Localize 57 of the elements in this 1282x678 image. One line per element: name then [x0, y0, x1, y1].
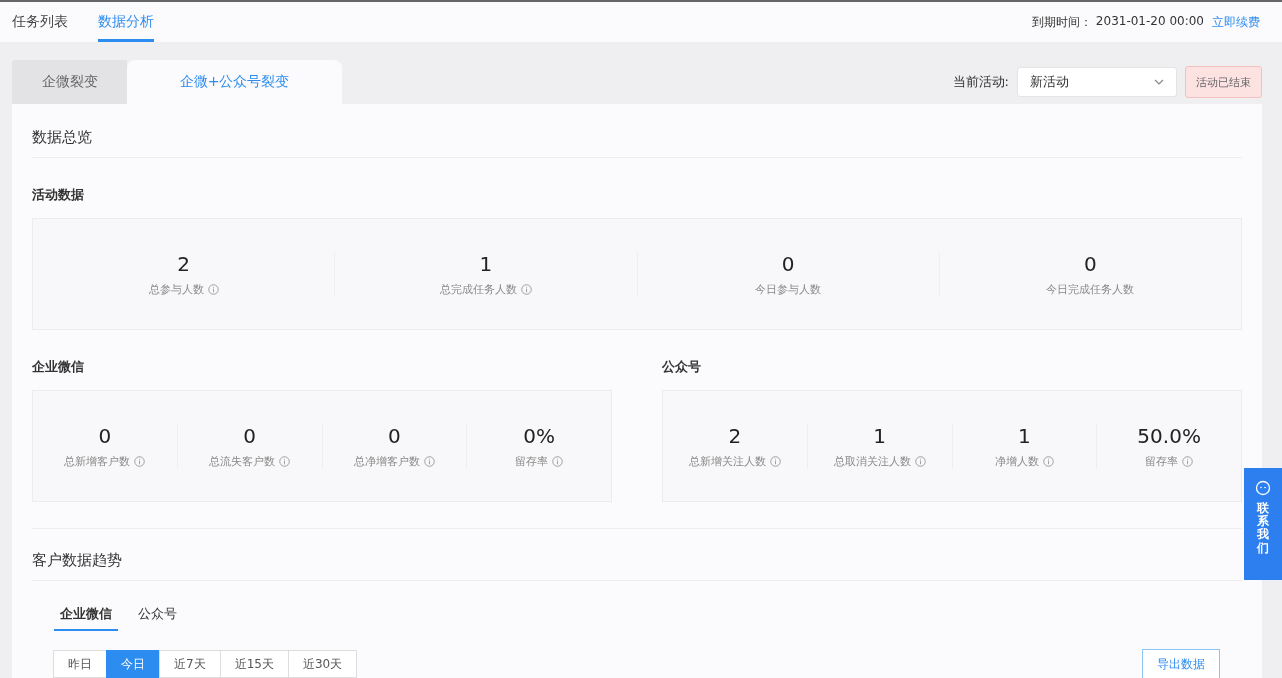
- stat-value: 50.0%: [1136, 423, 1202, 448]
- stat-label: 留存率: [1145, 453, 1179, 469]
- section-title: 客户数据趋势: [32, 529, 1242, 581]
- renew-link[interactable]: 立即续费: [1212, 13, 1260, 31]
- stat-value: 0: [97, 423, 113, 448]
- stat-label: 总参与人数: [148, 281, 204, 297]
- stat-label: 总完成任务人数: [439, 281, 517, 297]
- stat-value: 0: [1083, 251, 1098, 276]
- stat-label: 今日参与人数: [755, 281, 822, 297]
- info-icon[interactable]: [914, 455, 926, 467]
- info-icon[interactable]: [423, 455, 435, 467]
- trend-tab[interactable]: 公众号: [132, 605, 183, 631]
- expire-label: 到期时间：: [1031, 13, 1092, 31]
- expire-date: 2031-01-20 00:00: [1095, 13, 1204, 30]
- stat-label: 今日完成任务人数: [1046, 281, 1135, 297]
- stat-label: 总新增客户数: [64, 453, 131, 469]
- stat-value: 1: [478, 251, 494, 276]
- mode-tab[interactable]: 企微裂变: [12, 60, 127, 104]
- chevron-down-icon: [1154, 79, 1164, 85]
- section-title: 数据总览: [32, 104, 1242, 158]
- stat-label: 总流失客户数: [209, 453, 276, 469]
- contact-us-button[interactable]: 联系我们: [1244, 468, 1282, 580]
- activity-select[interactable]: 新活动: [1017, 67, 1177, 97]
- subsection-title: 公众号: [662, 358, 702, 376]
- date-range-button[interactable]: 昨日: [53, 650, 107, 678]
- stat-value: 2: [176, 251, 191, 276]
- nav-tab[interactable]: 任务列表: [12, 2, 68, 42]
- activity-status-button[interactable]: 活动已结束: [1185, 66, 1262, 98]
- subsection-title: 活动数据: [32, 186, 85, 204]
- date-range-button[interactable]: 近15天: [219, 650, 289, 678]
- stat-value: 0%: [522, 423, 556, 448]
- stat-label: 净增人数: [994, 453, 1039, 469]
- stat-value: 2: [727, 423, 743, 448]
- stat-value: 0: [242, 423, 257, 448]
- stat-label: 总净增客户数: [353, 453, 420, 469]
- stat-value: 0: [387, 423, 402, 448]
- info-icon[interactable]: [520, 283, 532, 295]
- stat-label: 总取消关注人数: [833, 453, 911, 469]
- stat-value: 1: [872, 423, 887, 448]
- subsection-title: 企业微信: [32, 358, 85, 376]
- info-icon[interactable]: [134, 455, 146, 467]
- info-icon[interactable]: [207, 283, 219, 295]
- stat-value: 1: [1017, 423, 1032, 448]
- info-icon[interactable]: [279, 455, 291, 467]
- date-range-button[interactable]: 近7天: [159, 650, 221, 678]
- date-range-button[interactable]: 近30天: [287, 650, 358, 678]
- stat-value: 0: [780, 251, 796, 276]
- stat-label: 总新增关注人数: [688, 453, 766, 469]
- activity-label: 当前活动:: [952, 73, 1009, 91]
- info-icon[interactable]: [769, 455, 781, 467]
- chat-bubble-icon: [1255, 480, 1271, 496]
- info-icon[interactable]: [552, 455, 564, 467]
- info-icon[interactable]: [1042, 455, 1054, 467]
- info-icon[interactable]: [1182, 455, 1194, 467]
- export-button[interactable]: 导出数据: [1142, 649, 1220, 678]
- stat-label: 留存率: [515, 453, 549, 469]
- trend-tab[interactable]: 企业微信: [54, 605, 118, 631]
